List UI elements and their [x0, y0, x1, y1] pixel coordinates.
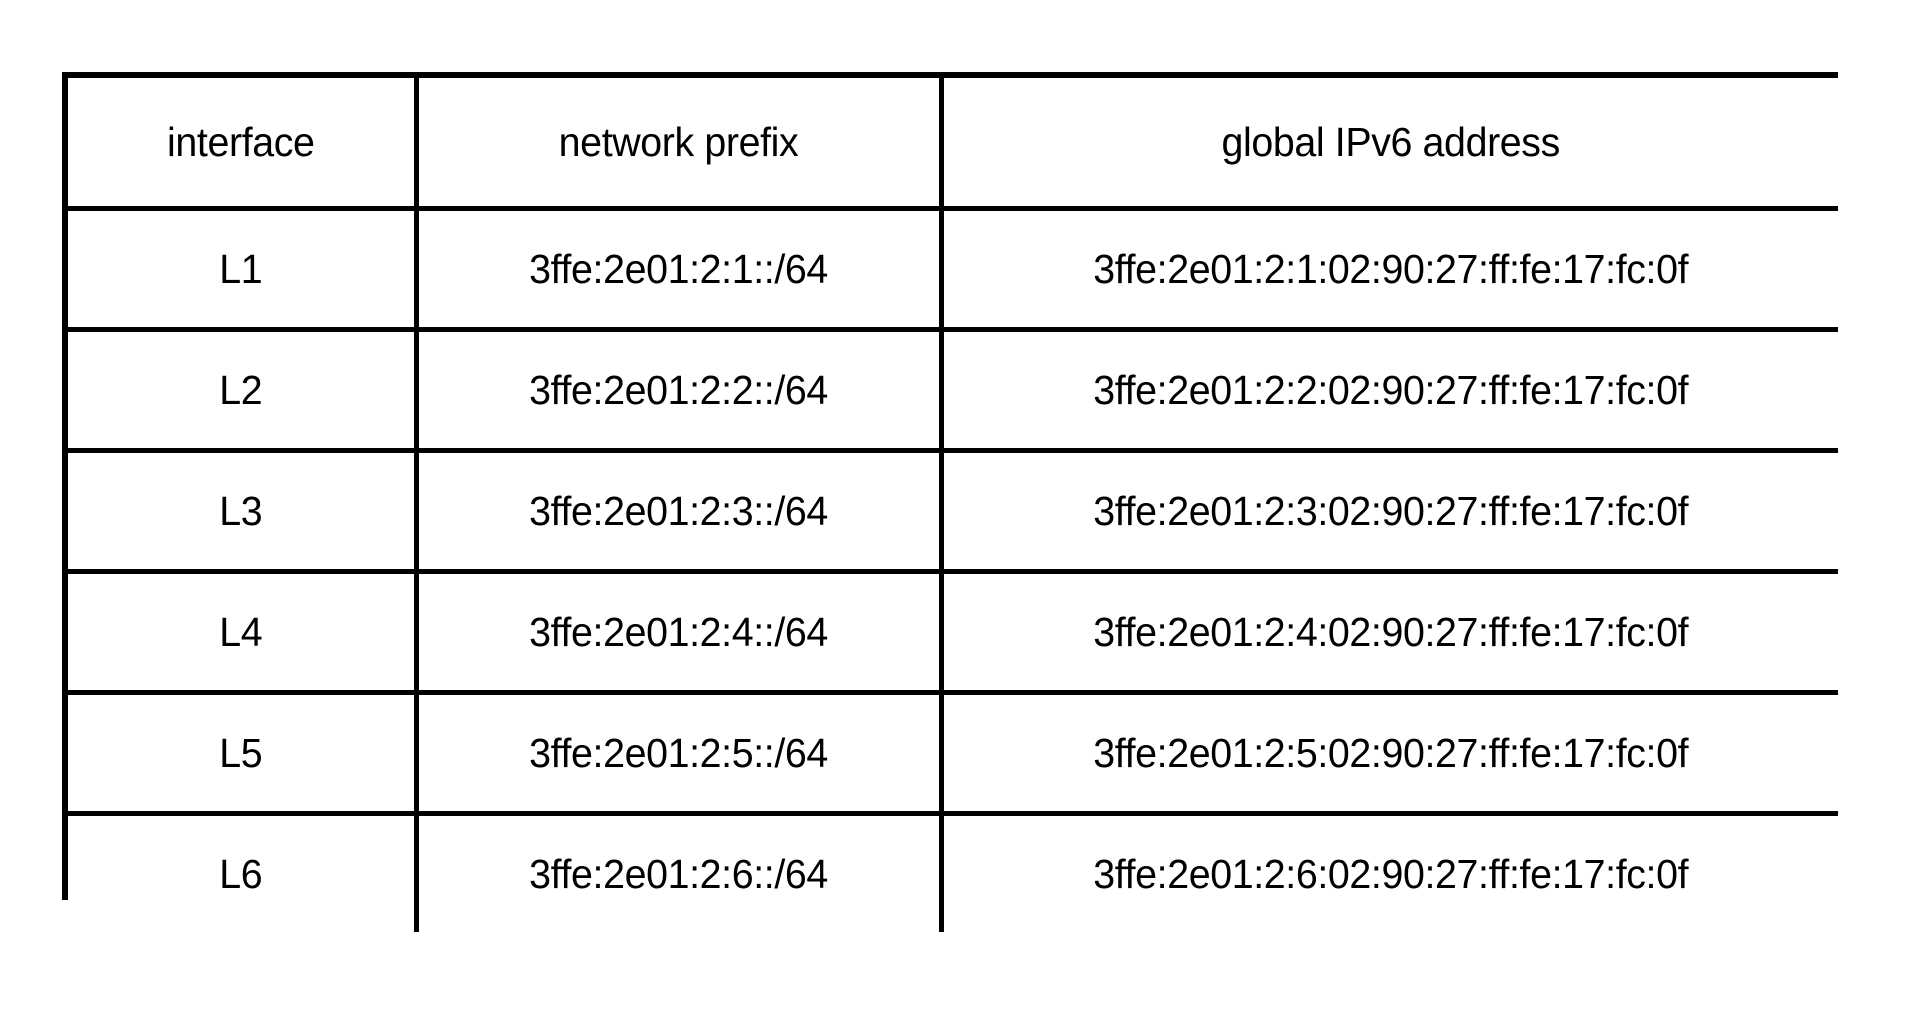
figure-root: interface network prefix global IPv6 add… [0, 0, 1922, 1010]
cell-interface: L3 [74, 448, 412, 572]
cell-global-ipv6-address: 3ffe:2e01:2:4:02:90:27:ff:fe:17:fc:0f [958, 569, 1821, 693]
table-row: L3 3ffe:2e01:2:3::/64 3ffe:2e01:2:3:02:9… [68, 448, 1838, 572]
column-header-global-ipv6-address: global IPv6 address [958, 78, 1821, 209]
column-header-network-prefix: network prefix [426, 78, 933, 209]
cell-interface: L1 [74, 206, 412, 330]
table-row: L2 3ffe:2e01:2:2::/64 3ffe:2e01:2:2:02:9… [68, 327, 1838, 451]
table-header: interface network prefix global IPv6 add… [68, 78, 1838, 209]
cell-network-prefix: 3ffe:2e01:2:2::/64 [426, 327, 933, 451]
table-row: L6 3ffe:2e01:2:6::/64 3ffe:2e01:2:6:02:9… [68, 811, 1838, 932]
table-row: L5 3ffe:2e01:2:5::/64 3ffe:2e01:2:5:02:9… [68, 690, 1838, 814]
cell-global-ipv6-address: 3ffe:2e01:2:2:02:90:27:ff:fe:17:fc:0f [958, 327, 1821, 451]
cell-network-prefix: 3ffe:2e01:2:3::/64 [426, 448, 933, 572]
table-body: L1 3ffe:2e01:2:1::/64 3ffe:2e01:2:1:02:9… [68, 206, 1838, 932]
column-header-interface: interface [74, 78, 412, 209]
cell-global-ipv6-address: 3ffe:2e01:2:3:02:90:27:ff:fe:17:fc:0f [958, 448, 1821, 572]
table-header-row: interface network prefix global IPv6 add… [68, 78, 1838, 209]
cell-network-prefix: 3ffe:2e01:2:6::/64 [426, 811, 933, 932]
cell-global-ipv6-address: 3ffe:2e01:2:1:02:90:27:ff:fe:17:fc:0f [958, 206, 1821, 330]
cell-interface: L6 [74, 811, 412, 932]
cell-network-prefix: 3ffe:2e01:2:5::/64 [426, 690, 933, 814]
ipv6-address-table: interface network prefix global IPv6 add… [68, 78, 1838, 932]
ipv6-address-table-container: interface network prefix global IPv6 add… [62, 72, 1838, 932]
cell-global-ipv6-address: 3ffe:2e01:2:5:02:90:27:ff:fe:17:fc:0f [958, 690, 1821, 814]
cell-network-prefix: 3ffe:2e01:2:4::/64 [426, 569, 933, 693]
cell-global-ipv6-address: 3ffe:2e01:2:6:02:90:27:ff:fe:17:fc:0f [958, 811, 1821, 932]
table-row: L4 3ffe:2e01:2:4::/64 3ffe:2e01:2:4:02:9… [68, 569, 1838, 693]
cell-interface: L4 [74, 569, 412, 693]
cell-network-prefix: 3ffe:2e01:2:1::/64 [426, 206, 933, 330]
cell-interface: L5 [74, 690, 412, 814]
table-row: L1 3ffe:2e01:2:1::/64 3ffe:2e01:2:1:02:9… [68, 206, 1838, 330]
cell-interface: L2 [74, 327, 412, 451]
